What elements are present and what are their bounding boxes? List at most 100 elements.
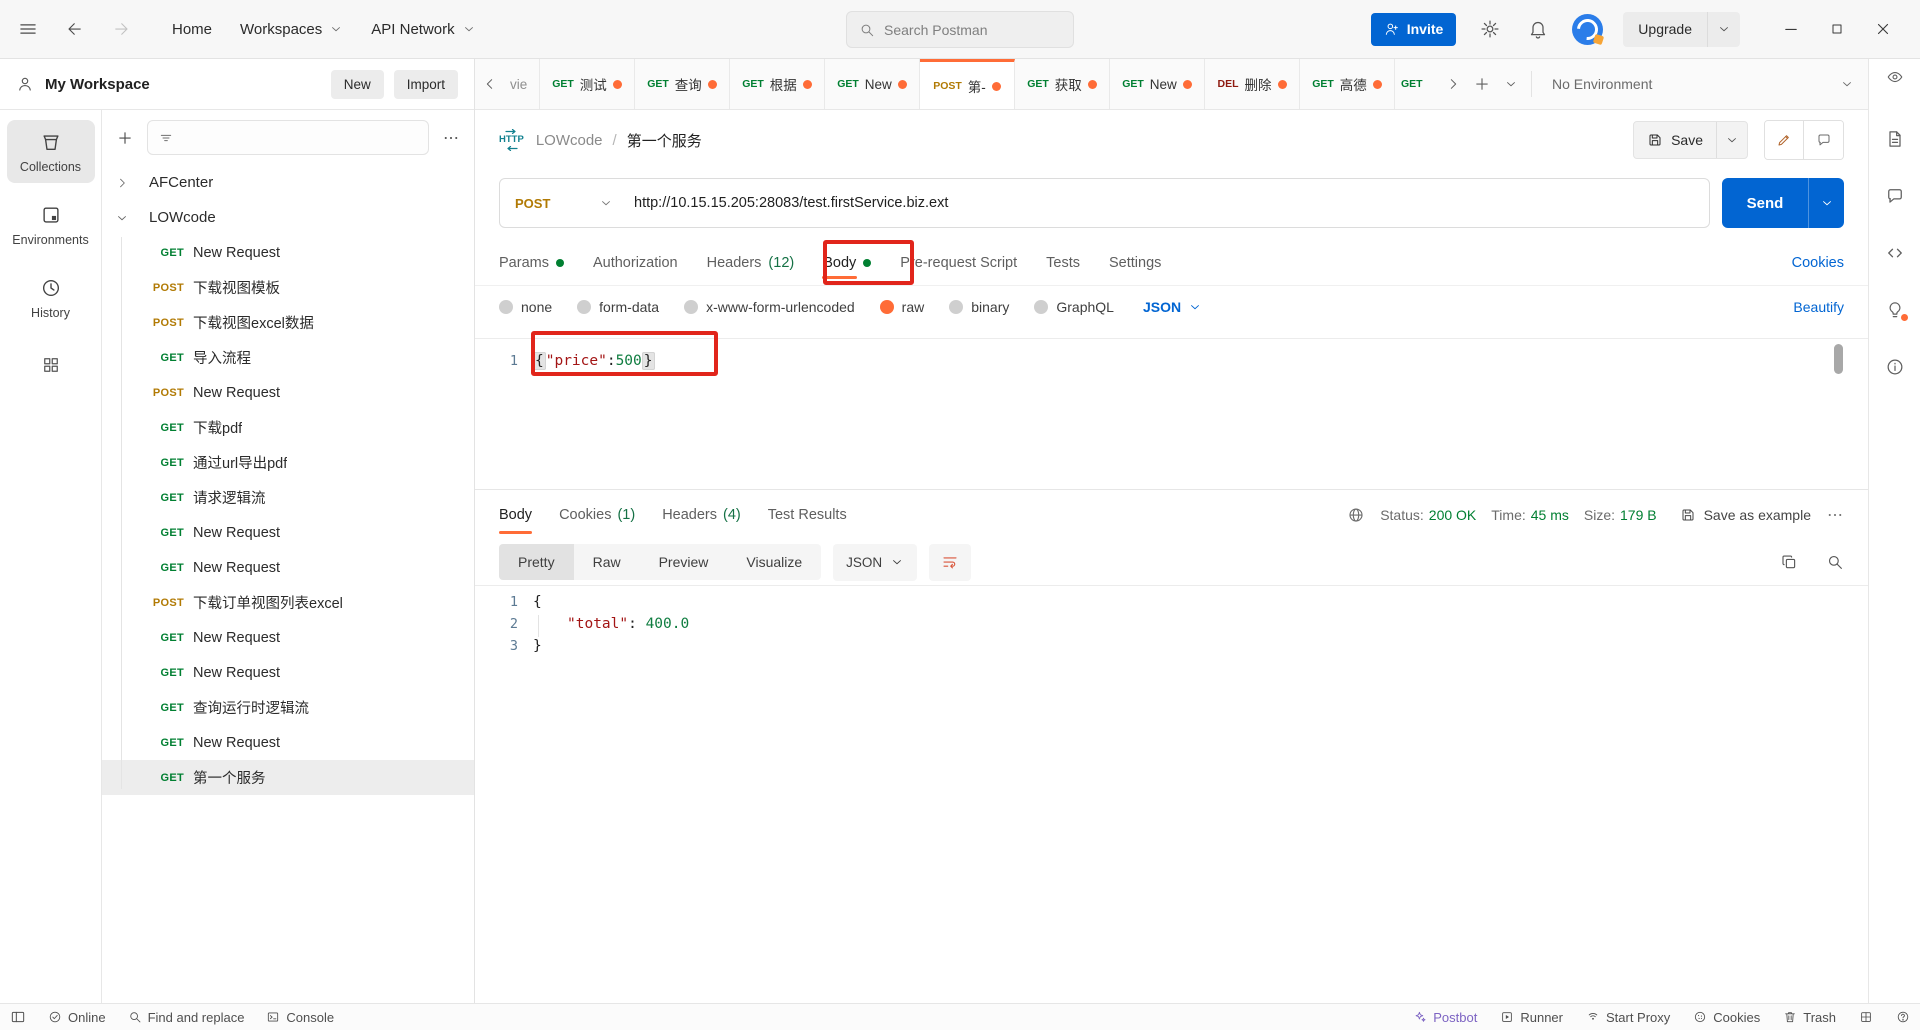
hamburger-menu-button[interactable] — [14, 15, 42, 43]
add-collection-button[interactable] — [112, 125, 138, 151]
window-maximize-button[interactable] — [1814, 8, 1860, 50]
response-view-tab[interactable]: Visualize — [727, 544, 821, 580]
user-avatar[interactable] — [1572, 14, 1603, 45]
body-mode-radio[interactable]: GraphQL — [1034, 299, 1114, 315]
nav-api-network[interactable]: API Network — [371, 21, 475, 38]
save-options-button[interactable] — [1717, 133, 1747, 147]
workspace-title[interactable]: My Workspace — [45, 76, 150, 93]
cookies-button[interactable]: Cookies — [1693, 1010, 1760, 1025]
runner-button[interactable]: Runner — [1500, 1010, 1563, 1025]
collections-filter-input[interactable] — [147, 120, 429, 155]
request-section-tab[interactable]: Authorization — [593, 240, 678, 285]
request-section-tab[interactable]: Tests — [1046, 240, 1080, 285]
import-button[interactable]: Import — [394, 70, 458, 99]
collection-tree-item[interactable]: GET 导入流程 — [102, 340, 474, 375]
request-body-editor[interactable]: 1 {"price":500} — [475, 338, 1868, 490]
new-tab-button[interactable] — [1467, 59, 1496, 109]
console-button[interactable]: Console — [266, 1010, 334, 1025]
response-section-tab[interactable]: Test Results — [768, 490, 847, 539]
collection-tree-item[interactable]: GET 请求逻辑流 — [102, 480, 474, 515]
response-view-tab[interactable]: Preview — [640, 544, 728, 580]
documentation-button[interactable] — [1885, 129, 1905, 149]
body-mode-radio[interactable]: raw — [880, 299, 925, 315]
request-section-tab[interactable]: Settings — [1109, 240, 1161, 285]
nav-forward-button[interactable] — [108, 16, 134, 42]
open-request-tab[interactable]: GET 根据 — [730, 59, 825, 109]
send-options-button[interactable] — [1808, 178, 1844, 228]
response-section-tab[interactable]: Headers (4) — [662, 490, 741, 539]
body-mode-radio[interactable]: binary — [949, 299, 1009, 315]
new-button[interactable]: New — [331, 70, 384, 99]
tab-options-button[interactable] — [1496, 59, 1525, 109]
toggle-sidebar-button[interactable] — [10, 1009, 26, 1025]
open-request-tab[interactable]: GET 测试 — [540, 59, 635, 109]
collection-tree-item[interactable]: GET 下载pdf — [102, 410, 474, 445]
open-request-tab[interactable]: POST 第- — [920, 59, 1015, 109]
comment-button[interactable] — [1804, 121, 1843, 159]
request-section-tab[interactable]: Pre-request Script — [900, 240, 1017, 285]
info-button[interactable] — [1885, 357, 1905, 377]
copy-response-button[interactable] — [1780, 553, 1798, 571]
beautify-link[interactable]: Beautify — [1793, 299, 1844, 315]
notifications-bell-button[interactable] — [1524, 15, 1552, 43]
response-section-tab[interactable]: Body — [499, 490, 532, 539]
collection-tree-item[interactable]: GET 查询运行时逻辑流 — [102, 690, 474, 725]
open-request-tab[interactable]: GET 查询 — [635, 59, 730, 109]
collections-more-button[interactable] — [438, 125, 464, 151]
tabs-scroll-right-button[interactable] — [1438, 59, 1467, 109]
search-response-button[interactable] — [1826, 553, 1844, 571]
save-button[interactable]: Save — [1633, 121, 1748, 159]
window-minimize-button[interactable] — [1768, 8, 1814, 50]
collection-tree-item[interactable]: GET New Request — [102, 515, 474, 550]
two-pane-layout-button[interactable] — [1859, 1010, 1873, 1024]
open-request-tab[interactable]: GET New — [825, 59, 920, 109]
wrap-lines-button[interactable] — [929, 544, 971, 581]
response-language-selector[interactable]: JSON — [833, 544, 917, 581]
postbot-button[interactable]: Postbot — [1413, 1010, 1477, 1025]
response-view-tab[interactable]: Pretty — [499, 544, 574, 580]
breadcrumb-request-name[interactable]: 第一个服务 — [627, 130, 702, 151]
tabs-scroll-left-button[interactable] — [475, 59, 504, 109]
collection-tree-item[interactable]: POST 下载视图模板 — [102, 270, 474, 305]
body-mode-radio[interactable]: none — [499, 299, 552, 315]
open-request-tab[interactable]: GET 高德 — [1300, 59, 1395, 109]
collection-tree-item[interactable]: GET 通过url导出pdf — [102, 445, 474, 480]
open-request-tab[interactable]: GET New — [1110, 59, 1205, 109]
collection-tree-item[interactable]: POST 下载视图excel数据 — [102, 305, 474, 340]
related-requests-bulb-button[interactable] — [1885, 300, 1905, 320]
rail-item-collections[interactable]: Collections — [7, 120, 95, 183]
collection-tree-item[interactable]: GET New Request — [102, 235, 474, 270]
body-mode-radio[interactable]: form-data — [577, 299, 659, 315]
collection-tree-item[interactable]: AFCenter — [102, 165, 474, 200]
environment-quick-look-button[interactable] — [1886, 68, 1904, 86]
comments-button[interactable] — [1885, 186, 1905, 206]
collection-tree-item[interactable]: GET 第一个服务 — [102, 760, 474, 795]
trash-button[interactable]: Trash — [1783, 1010, 1836, 1025]
save-as-example-button[interactable]: Save as example — [1680, 507, 1811, 523]
edit-pencil-button[interactable] — [1765, 121, 1804, 159]
open-request-tab[interactable]: DEL 删除 — [1205, 59, 1300, 109]
breadcrumb-collection[interactable]: LOWcode — [536, 132, 603, 149]
rail-more-button[interactable] — [41, 355, 61, 378]
start-proxy-button[interactable]: Start Proxy — [1586, 1010, 1670, 1025]
window-close-button[interactable] — [1860, 8, 1906, 50]
invite-button[interactable]: Invite — [1371, 13, 1457, 46]
nav-workspaces[interactable]: Workspaces — [240, 21, 343, 38]
nav-back-button[interactable] — [62, 16, 88, 42]
request-section-tab[interactable]: Body — [823, 240, 871, 285]
editor-scrollbar[interactable] — [1834, 344, 1843, 374]
send-button[interactable]: Send — [1722, 178, 1844, 228]
rail-item-history[interactable]: History — [7, 266, 95, 329]
request-section-tab[interactable]: Headers (12) — [707, 240, 795, 285]
nav-home[interactable]: Home — [172, 21, 212, 38]
body-language-selector[interactable]: JSON — [1143, 299, 1202, 315]
collection-tree-item[interactable]: POST New Request — [102, 375, 474, 410]
url-input[interactable]: http://10.15.15.205:28083/test.firstServ… — [628, 179, 1709, 227]
response-more-button[interactable] — [1826, 506, 1844, 524]
open-request-tab[interactable]: GET 获取 — [1015, 59, 1110, 109]
upgrade-button[interactable]: Upgrade — [1623, 12, 1740, 47]
find-and-replace-button[interactable]: Find and replace — [128, 1010, 245, 1025]
code-snippet-button[interactable] — [1885, 243, 1905, 263]
collection-tree-item[interactable]: GET New Request — [102, 620, 474, 655]
collection-tree-item[interactable]: GET New Request — [102, 725, 474, 760]
